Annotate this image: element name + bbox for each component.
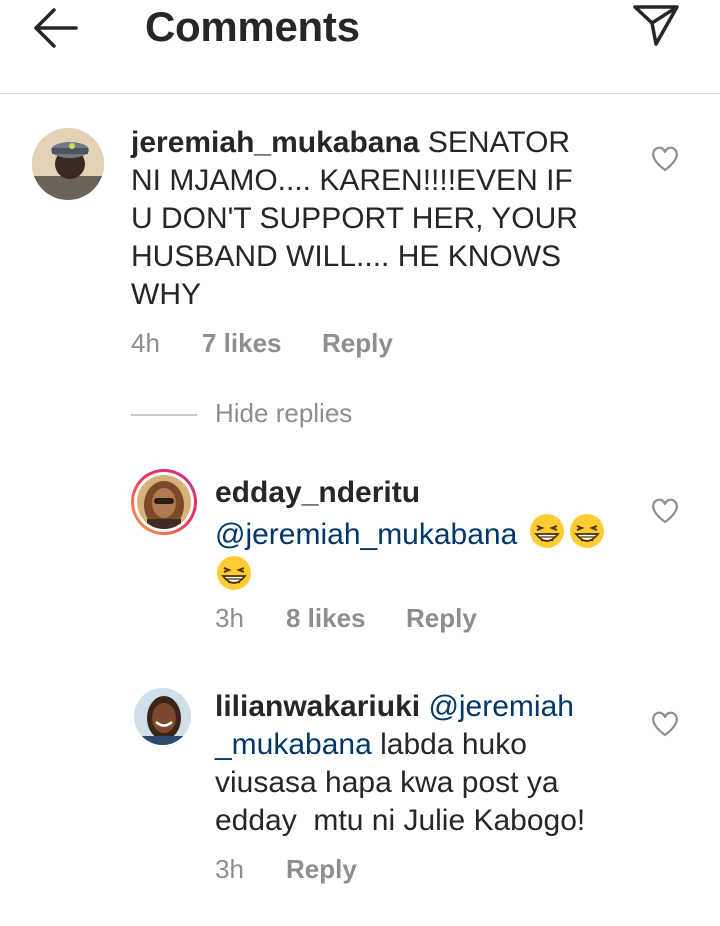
reply-text: edday_nderitu @jeremiah_mukabana [215, 474, 635, 596]
likes-count[interactable]: 7 likes [202, 328, 282, 359]
reply-username[interactable]: lilianwakariuki [215, 690, 420, 723]
avatar-photo [137, 475, 191, 529]
reply-line: edday mtu ni Julie Kabogo! [215, 804, 586, 837]
like-button[interactable] [650, 145, 680, 173]
top-bar: Comments [0, 0, 720, 94]
arrow-left-icon [34, 8, 78, 48]
reply-meta: 3h 8 likes Reply [0, 603, 720, 633]
comment-line: U DON'T SUPPORT HER, YOUR [131, 202, 578, 235]
avatar-photo [134, 688, 191, 745]
like-button[interactable] [650, 497, 680, 525]
back-button[interactable] [28, 4, 84, 52]
mention-link[interactable]: _mukabana [215, 728, 372, 761]
avatar[interactable] [134, 688, 191, 745]
comment-line: WHY [131, 278, 201, 311]
reply-time: 3h [215, 603, 244, 633]
share-button[interactable] [630, 2, 682, 48]
comment-line: NI MJAMO.... KAREN!!!!EVEN IF [131, 164, 573, 197]
replies-divider [131, 414, 197, 416]
avatar[interactable] [32, 128, 104, 200]
story-ring[interactable] [131, 469, 197, 535]
page-title: Comments [145, 3, 360, 50]
avatar [137, 475, 191, 529]
reply-button[interactable]: Reply [406, 603, 477, 634]
reply-username[interactable]: edday_nderitu [215, 476, 420, 509]
heart-icon [652, 498, 678, 524]
mention-link[interactable]: @jeremiah [428, 690, 574, 723]
reply-meta: 3h Reply [0, 854, 720, 884]
avatar-photo [32, 128, 104, 200]
comment-meta: 4h 7 likes Reply [0, 328, 720, 358]
paper-plane-icon [633, 5, 679, 46]
laughing-emoji-icon [529, 514, 564, 548]
comment-line: SENATOR [427, 126, 571, 159]
reply-text: lilianwakariuki @jeremiah _mukabana labd… [215, 688, 635, 840]
comment-text: jeremiah_mukabana SENATOR NI MJAMO.... K… [131, 124, 631, 314]
heart-icon [652, 146, 678, 172]
reply-button[interactable]: Reply [322, 328, 393, 359]
comment-username[interactable]: jeremiah_mukabana [131, 126, 419, 159]
laughing-emoji-icon [217, 556, 251, 590]
reply-line: viusasa hapa kwa post ya [215, 766, 559, 799]
likes-count[interactable]: 8 likes [286, 603, 366, 634]
reply-time: 3h [215, 854, 244, 884]
comment-time: 4h [131, 328, 160, 358]
like-button[interactable] [650, 710, 680, 738]
mention-link[interactable]: @jeremiah_mukabana [215, 518, 517, 551]
laughing-emoji-icon [569, 514, 604, 548]
reply-line: labda huko [371, 728, 527, 761]
hide-replies-button[interactable]: Hide replies [215, 398, 352, 429]
reply-button[interactable]: Reply [286, 854, 357, 885]
heart-icon [652, 711, 678, 737]
comment-line: HUSBAND WILL.... HE KNOWS [131, 240, 562, 273]
